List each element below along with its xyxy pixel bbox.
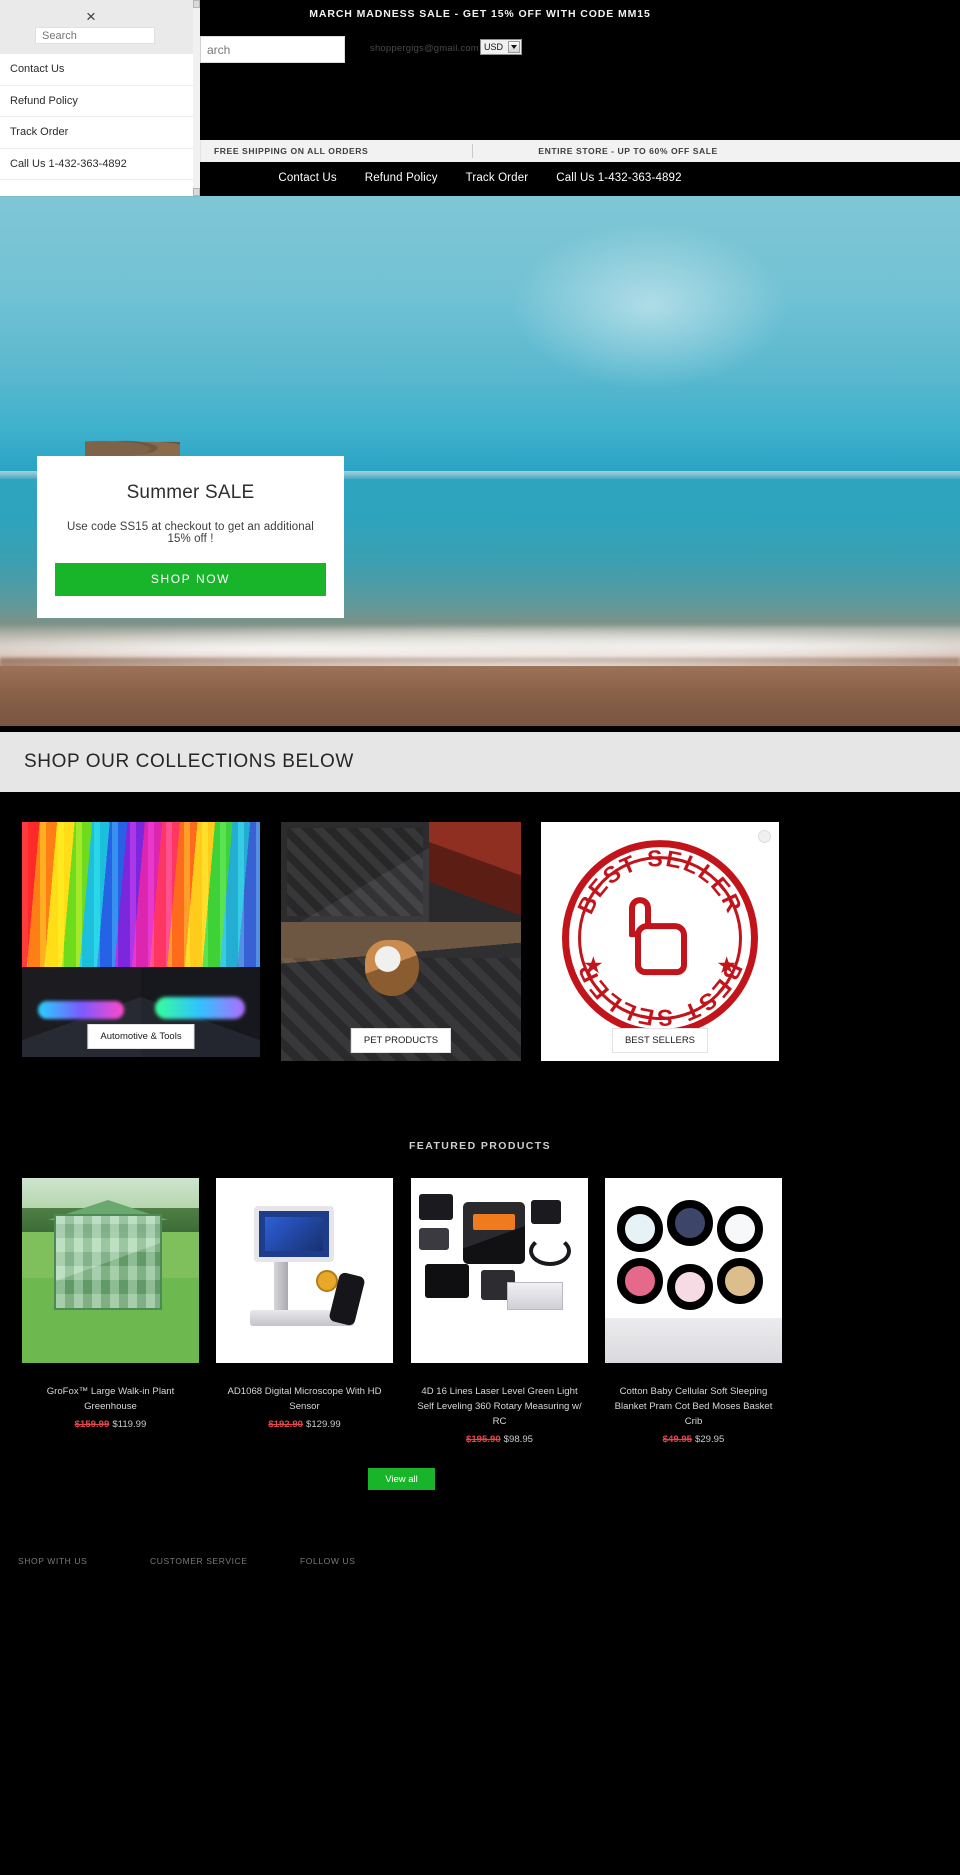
product-title[interactable]: 4D 16 Lines Laser Level Green Light Self… [411, 1385, 588, 1430]
collection-tile-label-best-sellers[interactable]: BEST SELLERS [611, 1028, 709, 1053]
footer-col-shop-with-us: SHOP WITH US [18, 1556, 88, 1566]
pet-seat-cover-photo [281, 822, 429, 922]
hero-subtitle: Use code SS15 at checkout to get an addi… [67, 521, 314, 545]
drawer-item-track-order[interactable]: Track Order [0, 117, 200, 149]
product-image-laser-level [411, 1178, 588, 1363]
product-card[interactable]: 4D 16 Lines Laser Level Green Light Self… [411, 1178, 588, 1445]
collections-grid: Automotive & Tools PET PRODUCTS BEST SEL… [0, 792, 960, 1092]
drawer-top: × [0, 0, 200, 54]
drawer-item-refund-policy[interactable]: Refund Policy [0, 86, 200, 117]
nav-item-call-us[interactable]: Call Us 1-432-363-4892 [556, 172, 681, 184]
shop-now-button[interactable]: SHOP NOW [55, 563, 326, 596]
drawer-item-contact-us[interactable]: Contact Us [0, 54, 200, 86]
site-header: shoppergigs@gmail.com USD 0 [200, 28, 960, 152]
hero-sun-glow [500, 216, 800, 396]
collection-tile-pet-products[interactable]: PET PRODUCTS [281, 822, 521, 1061]
nav-item-contact-us[interactable]: Contact Us [278, 172, 336, 184]
collection-tile-label-pet-products[interactable]: PET PRODUCTS [350, 1028, 452, 1053]
drawer-search-box[interactable] [35, 27, 155, 44]
product-image-microscope [216, 1178, 393, 1363]
featured-products-heading: FEATURED PRODUCTS [408, 1140, 552, 1152]
hero-title: Summer SALE [126, 482, 255, 503]
best-seller-stamp-icon: BEST SELLER BEST SELLER ★ ★ [562, 839, 758, 1036]
hero-sand [0, 666, 960, 726]
product-card[interactable]: AD1068 Digital Microscope With HD Sensor… [216, 1178, 393, 1430]
product-price-now: $129.99 [306, 1418, 341, 1430]
product-price-was: $192.90 [268, 1418, 303, 1430]
collection-tile-automotive[interactable]: Automotive & Tools [22, 822, 260, 1057]
drawer-item-call-us[interactable]: Call Us 1-432-363-4892 [0, 149, 200, 180]
promo-divider [472, 144, 474, 158]
collection-tile-label-automotive[interactable]: Automotive & Tools [87, 1024, 195, 1049]
product-title[interactable]: GroFox™ Large Walk-in Plant Greenhouse [22, 1385, 199, 1415]
page-root: MARCH MADNESS SALE - GET 15% OFF WITH CO… [0, 0, 960, 1875]
footer-columns: SHOP WITH US CUSTOMER SERVICE FOLLOW US [0, 1556, 960, 1576]
product-title[interactable]: AD1068 Digital Microscope With HD Sensor [216, 1385, 393, 1415]
collection-tile-best-sellers[interactable]: BEST SELLER BEST SELLER ★ ★ BEST SELLERS [541, 822, 779, 1061]
promo-bar: FREE SHIPPING ON ALL ORDERS ENTIRE STORE… [200, 140, 960, 162]
hero-rocks [85, 436, 180, 458]
close-icon[interactable]: × [82, 8, 100, 26]
announcement-bar: MARCH MADNESS SALE - GET 15% OFF WITH CO… [200, 0, 960, 28]
promo-free-shipping: FREE SHIPPING ON ALL ORDERS [214, 146, 369, 156]
hero-banner: Summer SALE Use code SS15 at checkout to… [0, 196, 960, 726]
automotive-film-photo [22, 822, 260, 967]
product-price-was: $159.99 [74, 1418, 110, 1430]
product-price: $192.90 $129.99 [216, 1419, 393, 1430]
product-card[interactable]: Cotton Baby Cellular Soft Sleeping Blank… [605, 1178, 782, 1445]
thumbs-up-icon [627, 896, 693, 979]
product-price: $159.99 $119.99 [22, 1419, 199, 1430]
product-price-now: $98.95 [503, 1433, 534, 1445]
product-price-was: $195.90 [465, 1433, 501, 1445]
product-card[interactable]: GroFox™ Large Walk-in Plant Greenhouse $… [22, 1178, 199, 1430]
nav-item-refund-policy[interactable]: Refund Policy [365, 172, 438, 184]
search-input[interactable] [207, 37, 344, 62]
product-image-baby-blanket [605, 1178, 782, 1363]
footer-col-customer-service: CUSTOMER SERVICE [150, 1556, 248, 1566]
star-right-icon: ★ [716, 951, 737, 978]
currency-select[interactable]: USD [480, 39, 522, 55]
product-price: $49.95 $29.95 [605, 1434, 782, 1445]
chevron-down-icon[interactable] [508, 41, 520, 53]
tile-corner-dot-icon [758, 830, 771, 843]
product-image-greenhouse [22, 1178, 199, 1363]
promo-store-sale: ENTIRE STORE - UP TO 60% OFF SALE [538, 146, 718, 156]
dog-illustration [365, 940, 419, 996]
drawer-search-input[interactable] [42, 28, 154, 43]
product-price-now: $119.99 [112, 1418, 147, 1430]
product-price-now: $29.95 [695, 1433, 725, 1445]
currency-value: USD [484, 42, 504, 52]
product-price-was: $49.95 [662, 1433, 692, 1445]
view-all-button[interactable]: View all [368, 1468, 435, 1490]
scroll-down-arrow-icon[interactable] [193, 188, 200, 196]
pet-car-interior-photo [429, 822, 521, 922]
star-left-icon: ★ [583, 951, 604, 978]
scroll-up-arrow-icon[interactable] [193, 0, 200, 8]
product-title[interactable]: Cotton Baby Cellular Soft Sleeping Blank… [605, 1385, 782, 1430]
footer-col-follow-us: FOLLOW US [300, 1556, 356, 1566]
hero-promo-card: Summer SALE Use code SS15 at checkout to… [37, 456, 344, 618]
collections-heading: SHOP OUR COLLECTIONS BELOW [24, 751, 354, 772]
collections-heading-band: SHOP OUR COLLECTIONS BELOW [0, 732, 960, 792]
nav-item-track-order[interactable]: Track Order [466, 172, 529, 184]
announcement-text: MARCH MADNESS SALE - GET 15% OFF WITH CO… [309, 8, 651, 20]
account-email: shoppergigs@gmail.com [370, 43, 479, 54]
mobile-menu-drawer[interactable]: × Contact Us Refund Policy Track Order C… [0, 0, 200, 196]
drawer-scrollbar-track[interactable] [193, 8, 200, 188]
product-price: $195.90 $98.95 [411, 1434, 588, 1445]
header-search-box[interactable] [200, 36, 345, 63]
